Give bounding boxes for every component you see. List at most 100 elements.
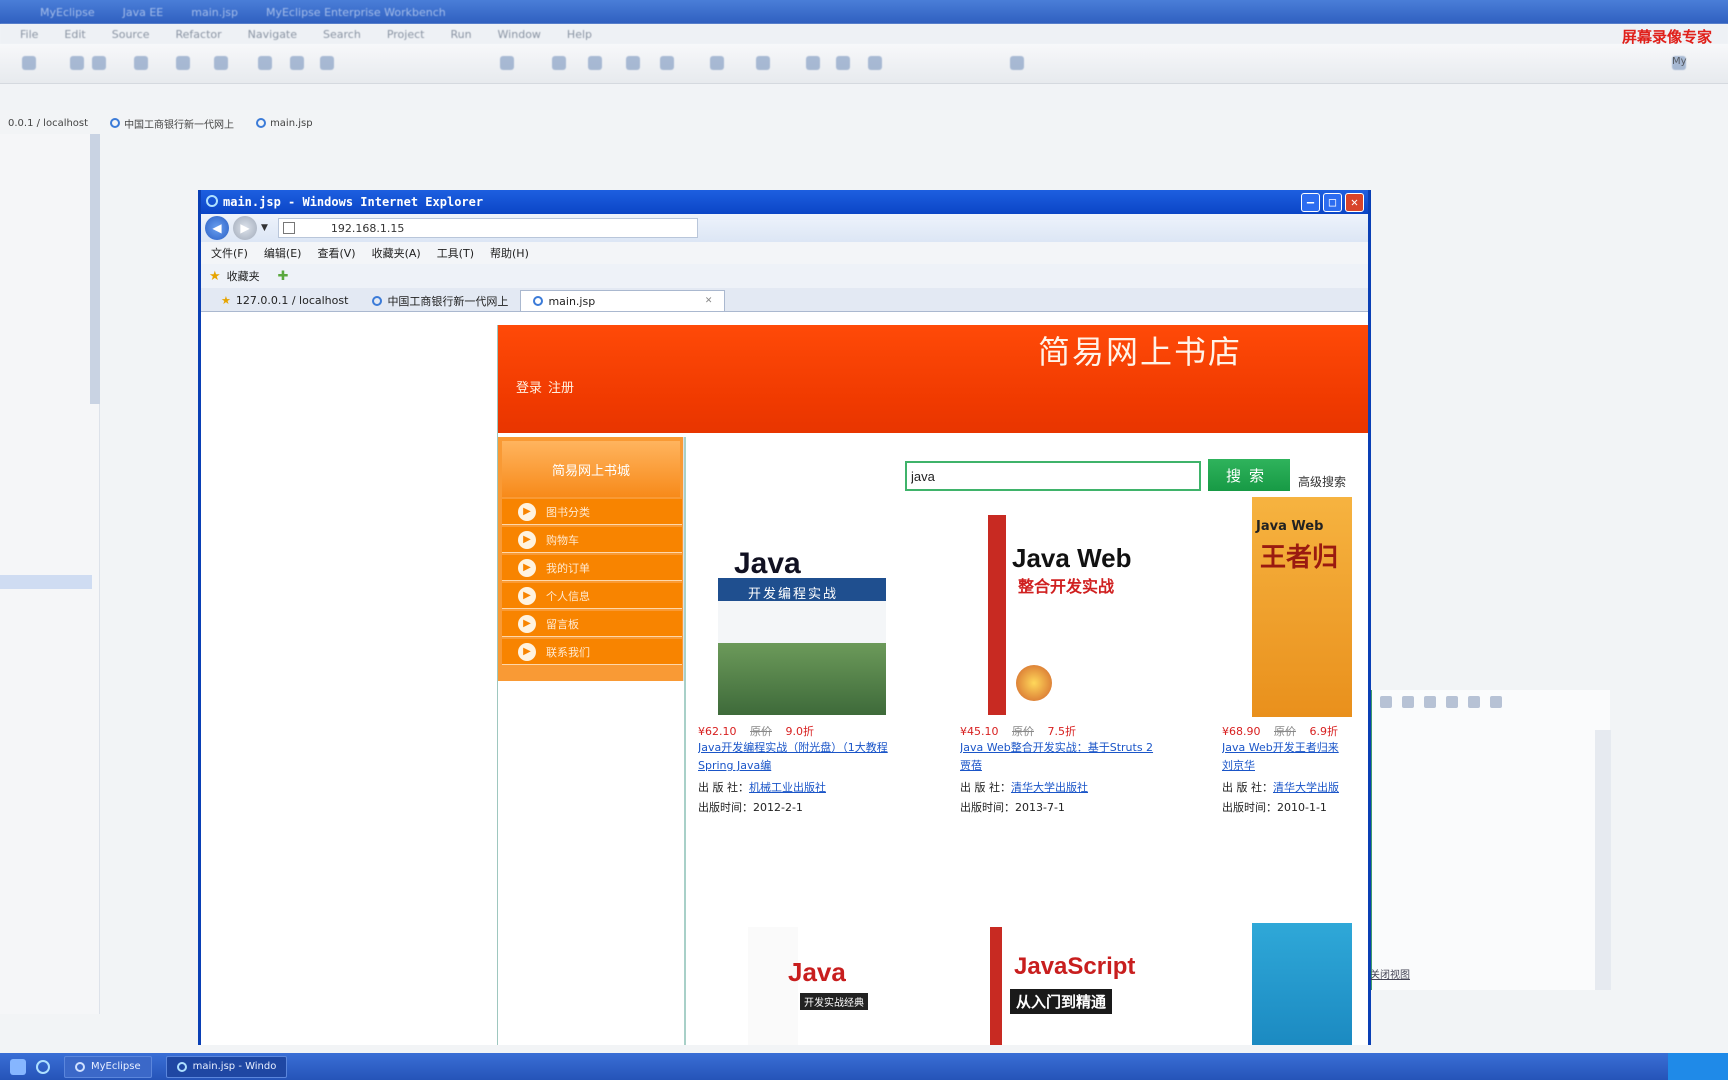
- ie-menu-file[interactable]: 文件(F): [211, 245, 248, 261]
- ide-menu-project[interactable]: Project: [387, 28, 425, 41]
- save-all-icon[interactable]: [92, 56, 106, 70]
- ie-menu-tools[interactable]: 工具(T): [437, 245, 474, 261]
- search-icon[interactable]: [500, 56, 514, 70]
- tab-close-icon[interactable]: ✕: [705, 296, 713, 306]
- book-cover[interactable]: Java 开发实战经典: [748, 927, 894, 1045]
- run-icon[interactable]: [588, 56, 602, 70]
- server-icon[interactable]: [214, 56, 228, 70]
- ie-title-bar[interactable]: main.jsp - Windows Internet Explorer – □…: [201, 190, 1368, 214]
- ide-menu-edit[interactable]: Edit: [64, 28, 85, 41]
- register-link[interactable]: 注册: [548, 377, 574, 396]
- book-cover[interactable]: Java 开发编程实战: [718, 525, 886, 715]
- cover-subtitle: 王者归: [1260, 543, 1339, 573]
- ide-right-scrollbar[interactable]: [1595, 730, 1611, 990]
- back-icon[interactable]: [868, 56, 882, 70]
- ide-menu-source[interactable]: Source: [112, 28, 150, 41]
- print-icon[interactable]: [134, 56, 148, 70]
- ide-menu-help[interactable]: Help: [567, 28, 592, 41]
- address-bar[interactable]: 192.168.1.15: [277, 218, 698, 238]
- open-task-icon[interactable]: [756, 56, 770, 70]
- favorites-button[interactable]: 收藏夹: [227, 268, 260, 284]
- collapse-icon[interactable]: [1380, 696, 1392, 708]
- publisher-link[interactable]: 清华大学出版社: [1011, 781, 1088, 794]
- publish-date: 2010-1-1: [1277, 801, 1327, 814]
- view-menu-icon[interactable]: [1490, 696, 1502, 708]
- maximize-button[interactable]: □: [1323, 193, 1342, 212]
- ide-editor-tab[interactable]: 0.0.1 / localhost: [0, 116, 96, 131]
- ide-menu-refactor[interactable]: Refactor: [176, 28, 222, 41]
- book-title-link[interactable]: Java Web整合开发实战：基于Struts 2 贾蓓: [960, 739, 1200, 775]
- close-button[interactable]: ✕: [1345, 193, 1364, 212]
- taskbar-item-ie[interactable]: main.jsp - Windo: [165, 1055, 288, 1078]
- add-favorite-icon[interactable]: ✚: [278, 269, 289, 284]
- ie-menu-help[interactable]: 帮助(H): [490, 245, 529, 261]
- menu-item-profile[interactable]: ▶ 个人信息: [502, 583, 682, 609]
- book-cover[interactable]: Java Web 王者归: [1252, 497, 1352, 717]
- search-input[interactable]: [905, 461, 1201, 491]
- build-icon[interactable]: [258, 56, 272, 70]
- web-icon[interactable]: [290, 56, 304, 70]
- back-button[interactable]: ◀: [205, 216, 229, 240]
- perspective-label[interactable]: My: [1672, 56, 1687, 67]
- forward-icon[interactable]: [1010, 56, 1024, 70]
- favorites-star-icon[interactable]: ★: [209, 269, 221, 284]
- browser-icon[interactable]: [320, 56, 334, 70]
- recent-pages-dropdown[interactable]: ▼: [261, 223, 268, 233]
- publisher-link[interactable]: 机械工业出版社: [749, 781, 826, 794]
- deploy-icon[interactable]: [176, 56, 190, 70]
- ide-left-scrollbar[interactable]: [90, 134, 100, 404]
- advanced-search-link[interactable]: 高级搜索: [1298, 473, 1346, 490]
- menu-item-categories[interactable]: ▶ 图书分类: [502, 499, 682, 525]
- sort-icon[interactable]: [1402, 696, 1414, 708]
- start-button[interactable]: [10, 1058, 26, 1075]
- ide-editor-tab[interactable]: main.jsp: [248, 116, 321, 131]
- ide-view-link[interactable]: 关闭视图: [1370, 966, 1410, 981]
- debug-icon[interactable]: [552, 56, 566, 70]
- minimize-button[interactable]: –: [1301, 193, 1320, 212]
- book-cover[interactable]: JavaScript 从入门到精通: [990, 927, 1138, 1045]
- book-title-link[interactable]: Java开发编程实战（附光盘）（1大教程 Spring Java编: [698, 739, 938, 775]
- ide-editor-tab[interactable]: 中国工商银行新一代网上: [102, 114, 242, 133]
- pin-icon[interactable]: [1468, 696, 1480, 708]
- ide-left-selection[interactable]: [0, 575, 92, 589]
- book-cover[interactable]: Java Web 整合开发实战: [988, 515, 1138, 715]
- ide-menu-run[interactable]: Run: [450, 28, 471, 41]
- menu-item-messages[interactable]: ▶ 留言板: [502, 611, 682, 637]
- open-type-icon[interactable]: [710, 56, 724, 70]
- filter-icon[interactable]: [1424, 696, 1436, 708]
- search-button[interactable]: 搜索: [1208, 459, 1290, 491]
- next-annotation-icon[interactable]: [806, 56, 820, 70]
- tab-main-jsp[interactable]: main.jsp ✕: [520, 290, 726, 311]
- ide-menu-navigate[interactable]: Navigate: [248, 28, 297, 41]
- menu-item-cart[interactable]: ▶ 购物车: [502, 527, 682, 553]
- ie-menu-edit[interactable]: 编辑(E): [264, 245, 302, 261]
- ide-package-explorer[interactable]: [0, 134, 100, 1014]
- ide-outline-panel[interactable]: [1370, 690, 1610, 990]
- external-tools-icon[interactable]: [626, 56, 640, 70]
- ie-quicklaunch-icon[interactable]: [36, 1059, 50, 1074]
- tab-icbc[interactable]: 中国工商银行新一代网上: [360, 290, 520, 311]
- publisher-link[interactable]: 清华大学出版: [1273, 781, 1339, 794]
- new-icon[interactable]: [22, 56, 36, 70]
- save-icon[interactable]: [70, 56, 84, 70]
- ie-menu-favorites[interactable]: 收藏夹(A): [372, 245, 421, 261]
- ide-menu-search[interactable]: Search: [323, 28, 361, 41]
- ie-menu-view[interactable]: 查看(V): [317, 245, 355, 261]
- prev-annotation-icon[interactable]: [836, 56, 850, 70]
- menu-item-orders[interactable]: ▶ 我的订单: [502, 555, 682, 581]
- system-tray[interactable]: [1668, 1053, 1728, 1080]
- ie-icon: [206, 195, 218, 207]
- site-title: 简易网上书店: [1038, 333, 1243, 371]
- login-link[interactable]: 登录: [516, 377, 542, 396]
- book-cover[interactable]: [1252, 923, 1352, 1045]
- book-title-link[interactable]: Java Web开发王者归来 刘京华: [1222, 739, 1368, 775]
- forward-button[interactable]: ▶: [233, 216, 257, 240]
- link-icon[interactable]: [1446, 696, 1458, 708]
- tab-localhost[interactable]: ★ 127.0.0.1 / localhost: [209, 290, 360, 311]
- taskbar-item-myeclipse[interactable]: MyEclipse: [64, 1055, 152, 1078]
- menu-item-contact[interactable]: ▶ 联系我们: [502, 639, 682, 665]
- ide-menu-window[interactable]: Window: [498, 28, 541, 41]
- ide-menu-file[interactable]: File: [20, 28, 38, 41]
- new-class-icon[interactable]: [660, 56, 674, 70]
- price-line: ¥62.10 原价 9.0折: [698, 723, 814, 739]
